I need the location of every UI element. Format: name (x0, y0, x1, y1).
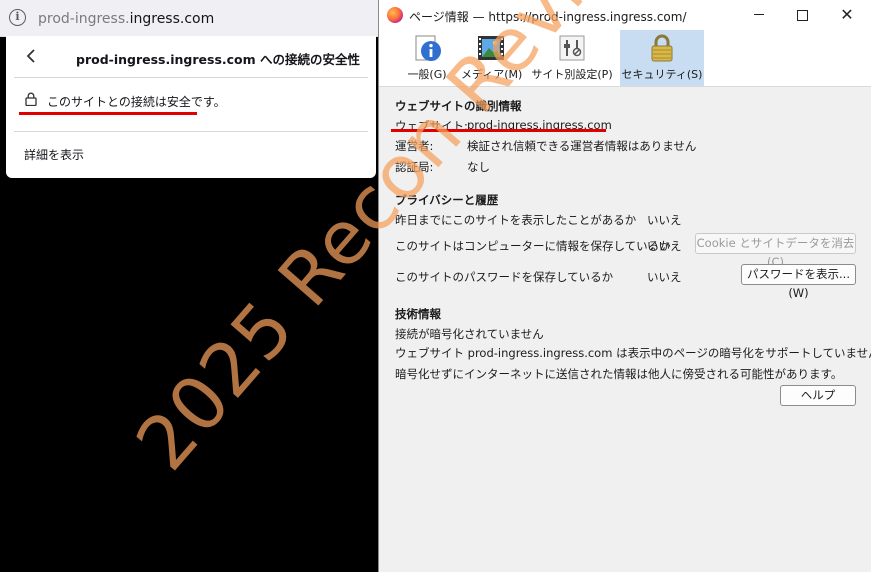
lock-icon (25, 92, 37, 106)
info-icon[interactable]: i (9, 9, 26, 26)
tab-label: メディア(M) (461, 68, 523, 81)
url-text[interactable]: prod-ingress.ingress.com (38, 11, 214, 27)
encryption-detail: ウェブサイト prod-ingress.ingress.com は表示中のページ… (395, 346, 871, 360)
owner-label: 運営者: (395, 139, 434, 153)
site-security-popup: prod-ingress.ingress.com への接続の安全性 このサイトと… (6, 36, 376, 178)
password-question: このサイトのパスワードを保存しているか (395, 270, 614, 284)
popup-title: prod-ingress.ingress.com への接続の安全性 (76, 52, 361, 67)
tab-permissions[interactable]: サイト別設定(P) (529, 30, 615, 86)
visited-question: 昨日までにこのサイトを表示したことがあるか (395, 213, 637, 227)
divider (14, 131, 368, 132)
maximize-button[interactable] (791, 4, 813, 26)
red-underline-annotation (391, 129, 606, 132)
storage-question: このサイトはコンピューターに情報を保存しているか (395, 239, 671, 253)
owner-value: 検証され信頼できる運営者情報はありません (467, 139, 697, 153)
minimize-button[interactable] (748, 4, 770, 26)
identity-heading: ウェブサイトの識別情報 (395, 99, 522, 113)
window-title: ページ情報 — https://prod-ingress.ingress.com… (409, 10, 687, 24)
media-icon (478, 36, 504, 60)
verifier-label: 認証局: (395, 160, 434, 174)
storage-answer: いいえ (647, 239, 682, 253)
tab-label: サイト別設定(P) (531, 68, 613, 81)
firefox-icon (387, 7, 403, 23)
tab-label: 一般(G) (407, 68, 447, 81)
encryption-warning: 暗号化せずにインターネットに送信された情報は他人に傍受される可能性があります。 (395, 367, 843, 381)
encryption-status: 接続が暗号化されていません (395, 327, 544, 341)
help-button[interactable]: ヘルプ (780, 385, 856, 406)
more-details-link[interactable]: 詳細を表示 (24, 146, 84, 163)
security-panel: ウェブサイトの識別情報 ウェブサイト: prod-ingress.ingress… (379, 86, 871, 572)
title-bar[interactable]: ページ情報 — https://prod-ingress.ingress.com… (379, 0, 871, 30)
divider (14, 77, 368, 78)
view-passwords-button[interactable]: パスワードを表示...(W) (741, 264, 856, 300)
tab-media[interactable]: メディア(M) (461, 30, 523, 86)
connection-secure-text: このサイトとの接続は安全です。 (47, 95, 226, 109)
url-prefix: prod-ingress. (38, 11, 130, 27)
url-domain: ingress.com (129, 11, 215, 27)
general-info-icon (415, 35, 441, 61)
permissions-icon (559, 35, 585, 61)
verifier-value: なし (467, 160, 490, 174)
url-bar[interactable]: i prod-ingress.ingress.com (0, 0, 378, 37)
red-underline-annotation (19, 112, 197, 115)
technical-heading: 技術情報 (395, 307, 441, 321)
back-arrow-icon[interactable] (22, 46, 42, 66)
password-answer: いいえ (647, 270, 682, 284)
privacy-heading: プライバシーと履歴 (395, 193, 499, 207)
tab-general[interactable]: 一般(G) (401, 30, 453, 86)
tab-label: セキュリティ(S) (621, 68, 703, 81)
close-button[interactable]: ✕ (836, 4, 858, 26)
tab-security[interactable]: セキュリティ(S) (620, 30, 704, 86)
security-lock-icon (651, 34, 673, 62)
tab-toolbar: 一般(G) メディア(M) サイト別設定(P) セキュリティ(S) (379, 30, 871, 87)
visited-answer: いいえ (647, 213, 682, 227)
page-info-dialog: ページ情報 — https://prod-ingress.ingress.com… (378, 0, 871, 572)
clear-cookies-button[interactable]: Cookie とサイトデータを消去(C) (695, 233, 856, 269)
